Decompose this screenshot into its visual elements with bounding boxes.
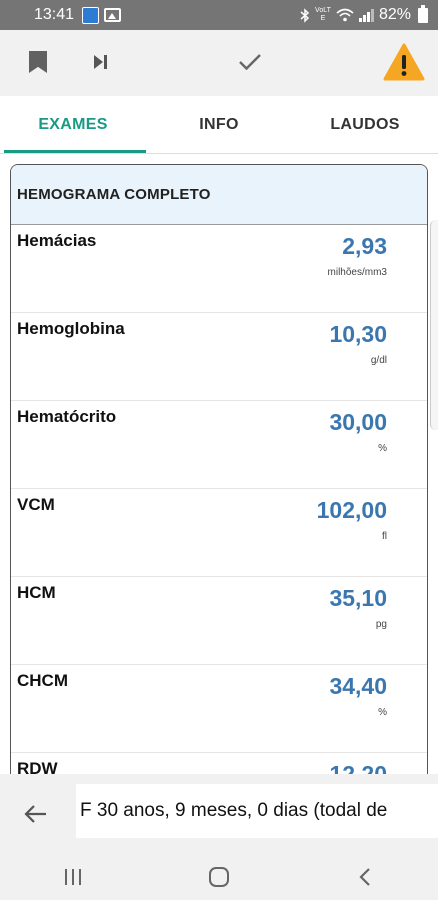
battery-percent: 82% — [378, 6, 411, 23]
image-notification-icon — [104, 8, 122, 22]
result-unit: % — [378, 707, 387, 718]
toolbar — [0, 30, 438, 96]
scroll-edge-handle[interactable] — [430, 220, 438, 430]
volte-label: VoLTE — [315, 7, 331, 22]
result-row[interactable]: Hematócrito 30,00 % — [11, 401, 427, 489]
result-unit: g/dl — [370, 355, 387, 366]
exam-card: HEMOGRAMA COMPLETO Hemácias 2,93 milhões… — [10, 164, 428, 774]
result-value: 102,00 — [316, 497, 387, 523]
status-right: VoLTE 82% — [300, 4, 428, 24]
result-unit: fl — [382, 531, 387, 542]
result-name: Hemoglobina — [17, 319, 125, 338]
tab-info[interactable]: INFO — [146, 96, 292, 153]
result-value: 35,10 — [329, 585, 387, 611]
confirm-button[interactable] — [232, 44, 268, 80]
home-button[interactable] — [146, 854, 292, 900]
nav-back-button[interactable] — [292, 854, 438, 900]
patient-info[interactable]: F 30 anos, 9 meses, 0 dias (todal de — [76, 784, 438, 838]
warning-icon — [383, 43, 425, 81]
result-row[interactable]: VCM 102,00 fl — [11, 489, 427, 577]
battery-icon — [418, 4, 428, 23]
back-icon — [359, 868, 370, 886]
bookmark-button[interactable] — [20, 44, 56, 80]
tab-exames[interactable]: EXAMES — [0, 96, 146, 153]
status-bar: 13:41 VoLTE 82% — [0, 0, 438, 30]
result-value: 12,20 — [329, 761, 387, 774]
result-name: HCM — [17, 583, 56, 602]
recent-apps-button[interactable] — [0, 854, 146, 900]
warning-button[interactable] — [382, 43, 426, 81]
exam-title: HEMOGRAMA COMPLETO — [11, 165, 427, 225]
result-value: 10,30 — [329, 321, 387, 347]
result-name: CHCM — [17, 671, 68, 690]
result-unit: milhões/mm3 — [327, 267, 387, 278]
result-name: Hematócrito — [17, 407, 117, 426]
check-icon — [239, 54, 261, 71]
result-row[interactable]: Hemoglobina 10,30 g/dl — [11, 313, 427, 401]
skip-next-icon — [94, 55, 107, 69]
result-row[interactable]: CHCM 34,40 % — [11, 665, 427, 753]
status-time: 13:41 — [34, 6, 75, 23]
result-value: 30,00 — [329, 409, 387, 435]
result-unit: % — [378, 443, 387, 454]
exam-content[interactable]: HEMOGRAMA COMPLETO Hemácias 2,93 milhões… — [0, 154, 438, 774]
result-name: VCM — [17, 495, 55, 514]
result-row[interactable]: HCM 35,10 pg — [11, 577, 427, 665]
signal-icon — [358, 8, 374, 22]
result-value: 34,40 — [329, 673, 387, 699]
skip-next-button[interactable] — [82, 44, 118, 80]
result-value: 2,93 — [342, 233, 387, 259]
tab-bar: EXAMES INFO LAUDOS — [0, 96, 438, 154]
arrow-left-icon — [24, 805, 46, 823]
result-row[interactable]: Hemácias 2,93 milhões/mm3 — [11, 225, 427, 313]
home-icon — [209, 867, 229, 887]
bookmark-icon — [29, 51, 47, 73]
wifi-icon — [336, 8, 354, 22]
system-nav-bar — [0, 854, 438, 900]
app-notification-icon — [82, 6, 100, 24]
result-unit: pg — [375, 619, 387, 630]
result-name: Hemácias — [17, 231, 97, 250]
result-row[interactable]: RDW 12,20 — [11, 753, 427, 774]
tab-laudos[interactable]: LAUDOS — [292, 96, 438, 153]
bluetooth-icon — [300, 7, 310, 23]
recent-apps-icon — [65, 869, 81, 885]
result-name: RDW — [17, 759, 58, 774]
patient-bar: F 30 anos, 9 meses, 0 dias (todal de — [0, 774, 438, 854]
back-button[interactable] — [16, 794, 56, 834]
